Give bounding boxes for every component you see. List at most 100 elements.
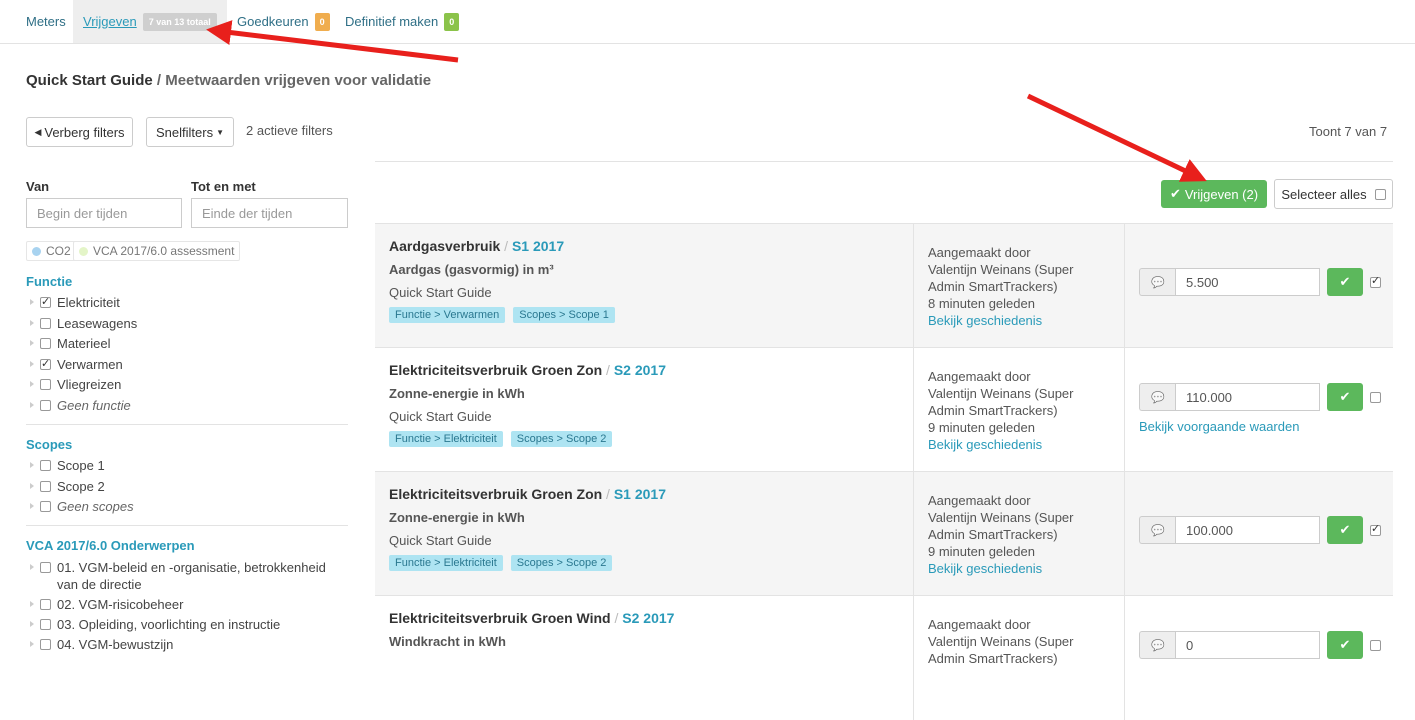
tab-meters[interactable]: Meters <box>26 0 66 43</box>
tag[interactable]: Scopes > Scope 1 <box>513 307 615 323</box>
to-date-input[interactable]: Einde der tijden <box>191 198 348 228</box>
tag[interactable]: Functie > Verwarmen <box>389 307 506 323</box>
row-period[interactable]: S1 2017 <box>614 486 666 502</box>
confirm-button[interactable]: ✔ <box>1327 268 1363 296</box>
created-label: Aangemaakt door <box>928 617 1031 632</box>
vca-item[interactable]: 01. VGM-beleid en -organisatie, betrokke… <box>30 559 350 593</box>
tag[interactable]: Functie > Elektriciteit <box>389 431 503 447</box>
functie-item[interactable]: Verwarmen <box>30 356 350 373</box>
tag[interactable]: Scopes > Scope 2 <box>510 431 613 447</box>
value-input[interactable]: 110.000 <box>1175 383 1320 411</box>
row-period[interactable]: S2 2017 <box>614 362 666 378</box>
chip-dot-icon <box>32 246 41 256</box>
confirm-button[interactable]: ✔ <box>1327 516 1363 544</box>
functie-checkbox[interactable] <box>40 338 51 349</box>
functie-item[interactable]: Elektriciteit <box>30 294 350 311</box>
release-button[interactable]: ✔ Vrijgeven (2) <box>1161 180 1267 208</box>
row-info: Elektriciteitsverbruik Groen Wind / S2 2… <box>375 596 913 720</box>
scope-checkbox[interactable] <box>40 480 51 492</box>
functie-item[interactable]: Vliegreizen <box>30 376 350 393</box>
row-checkbox[interactable] <box>1370 392 1381 403</box>
row-period[interactable]: S1 2017 <box>512 238 564 254</box>
row-title: Elektriciteitsverbruik Groen Zon / S1 20… <box>389 486 899 502</box>
select-all-checkbox[interactable] <box>1374 188 1386 200</box>
bullet-icon <box>30 601 34 607</box>
value-input[interactable]: 100.000 <box>1175 516 1320 544</box>
row-checkbox[interactable] <box>1370 640 1381 651</box>
bullet-icon <box>30 503 34 509</box>
value-input[interactable]: 0 <box>1175 631 1320 659</box>
measurement-row: Elektriciteitsverbruik Groen Wind / S2 2… <box>375 595 1393 720</box>
created-label: Aangemaakt door <box>928 493 1031 508</box>
value-input[interactable]: 5.500 <box>1175 268 1320 296</box>
vca-label: 01. VGM-beleid en -organisatie, betrokke… <box>57 560 326 592</box>
confirm-button[interactable]: ✔ <box>1327 383 1363 411</box>
tag[interactable]: Functie > Elektriciteit <box>389 555 503 571</box>
creator-name: Valentijn Weinans (Super Admin SmartTrac… <box>928 510 1074 542</box>
history-link[interactable]: Bekijk geschiedenis <box>928 560 1110 577</box>
scope-label: Scope 1 <box>57 458 105 473</box>
functie-label: Vliegreizen <box>57 377 122 392</box>
functie-checkbox[interactable] <box>40 294 51 311</box>
scope-checkbox[interactable] <box>40 501 51 512</box>
comment-icon: 💬 <box>1151 524 1165 537</box>
history-link[interactable]: Bekijk geschiedenis <box>928 436 1110 453</box>
tab-goedkeuren[interactable]: Goedkeuren 0 <box>237 0 330 43</box>
row-period[interactable]: S2 2017 <box>622 610 674 626</box>
functie-checkbox[interactable] <box>40 399 51 411</box>
tag[interactable]: Scopes > Scope 2 <box>510 555 613 571</box>
row-unit: Aardgas (gasvormig) in m³ <box>389 262 554 277</box>
caret-down-icon: ▼ <box>216 127 224 137</box>
row-meta: Aangemaakt door Valentijn Weinans (Super … <box>913 348 1124 472</box>
separator: / <box>602 486 614 502</box>
confirm-button[interactable]: ✔ <box>1327 631 1363 659</box>
previous-values-link[interactable]: Bekijk voorgaande waarden <box>1139 419 1299 434</box>
functie-title: Functie <box>26 274 73 289</box>
tab-vrijgeven[interactable]: Vrijgeven 7 van 13 totaal <box>73 0 227 43</box>
row-checkbox[interactable] <box>1370 274 1381 288</box>
functie-checkbox[interactable] <box>40 356 51 373</box>
row-tags: Functie > Elektriciteit Scopes > Scope 2 <box>389 555 899 571</box>
row-checkbox[interactable] <box>1370 522 1381 536</box>
vca-label: 02. VGM-risicobeheer <box>57 597 184 612</box>
comment-button[interactable]: 💬 <box>1139 383 1176 411</box>
history-link[interactable]: Bekijk geschiedenis <box>928 312 1110 329</box>
row-value: 💬 5.500 ✔ <box>1124 224 1393 348</box>
chip-vca[interactable]: VCA 2017/6.0 assessment <box>73 241 241 261</box>
bullet-icon <box>30 621 34 627</box>
scope-item[interactable]: Geen scopes <box>30 498 350 515</box>
vca-item[interactable]: 02. VGM-risicobeheer <box>30 596 350 613</box>
tab-definitief-maken-badge: 0 <box>444 12 460 31</box>
created-time: 8 minuten geleden <box>928 296 1035 311</box>
comment-icon: 💬 <box>1151 276 1165 289</box>
vca-checkbox[interactable] <box>40 639 51 650</box>
functie-checkbox[interactable] <box>40 317 51 329</box>
scope-checkbox[interactable] <box>40 460 51 471</box>
functie-checkbox[interactable] <box>40 379 51 390</box>
scope-item[interactable]: Scope 1 <box>30 457 350 474</box>
select-all-button[interactable]: Selecteer alles <box>1274 179 1393 209</box>
functie-item[interactable]: Materieel <box>30 335 350 352</box>
from-date-input[interactable]: Begin der tijden <box>26 198 182 228</box>
quick-filters-button[interactable]: Snelfilters ▼ <box>146 117 234 147</box>
scope-item[interactable]: Scope 2 <box>30 478 350 495</box>
row-value: 💬 110.000 ✔ Bekijk voorgaande waarden <box>1124 348 1393 472</box>
vca-item[interactable]: 03. Opleiding, voorlichting en instructi… <box>30 616 350 633</box>
chip-co2-label: CO2 <box>46 244 71 258</box>
row-unit: Windkracht in kWh <box>389 634 506 649</box>
bullet-icon <box>30 641 34 647</box>
comment-button[interactable]: 💬 <box>1139 268 1176 296</box>
chip-co2[interactable]: CO2 <box>26 241 77 261</box>
hide-filters-button[interactable]: ◀ Verberg filters <box>26 117 133 147</box>
functie-item[interactable]: Leasewagens <box>30 315 350 332</box>
creator-name: Valentijn Weinans (Super Admin SmartTrac… <box>928 262 1074 294</box>
functie-item[interactable]: Geen functie <box>30 397 350 414</box>
tab-definitief-maken[interactable]: Definitief maken 0 <box>345 0 460 43</box>
vca-checkbox[interactable] <box>40 599 51 610</box>
vca-checkbox[interactable] <box>40 562 51 573</box>
vca-item[interactable]: 04. VGM-bewustzijn <box>30 636 350 653</box>
comment-button[interactable]: 💬 <box>1139 631 1176 659</box>
comment-button[interactable]: 💬 <box>1139 516 1176 544</box>
scope-label: Scope 2 <box>57 478 105 494</box>
vca-checkbox[interactable] <box>40 619 51 630</box>
